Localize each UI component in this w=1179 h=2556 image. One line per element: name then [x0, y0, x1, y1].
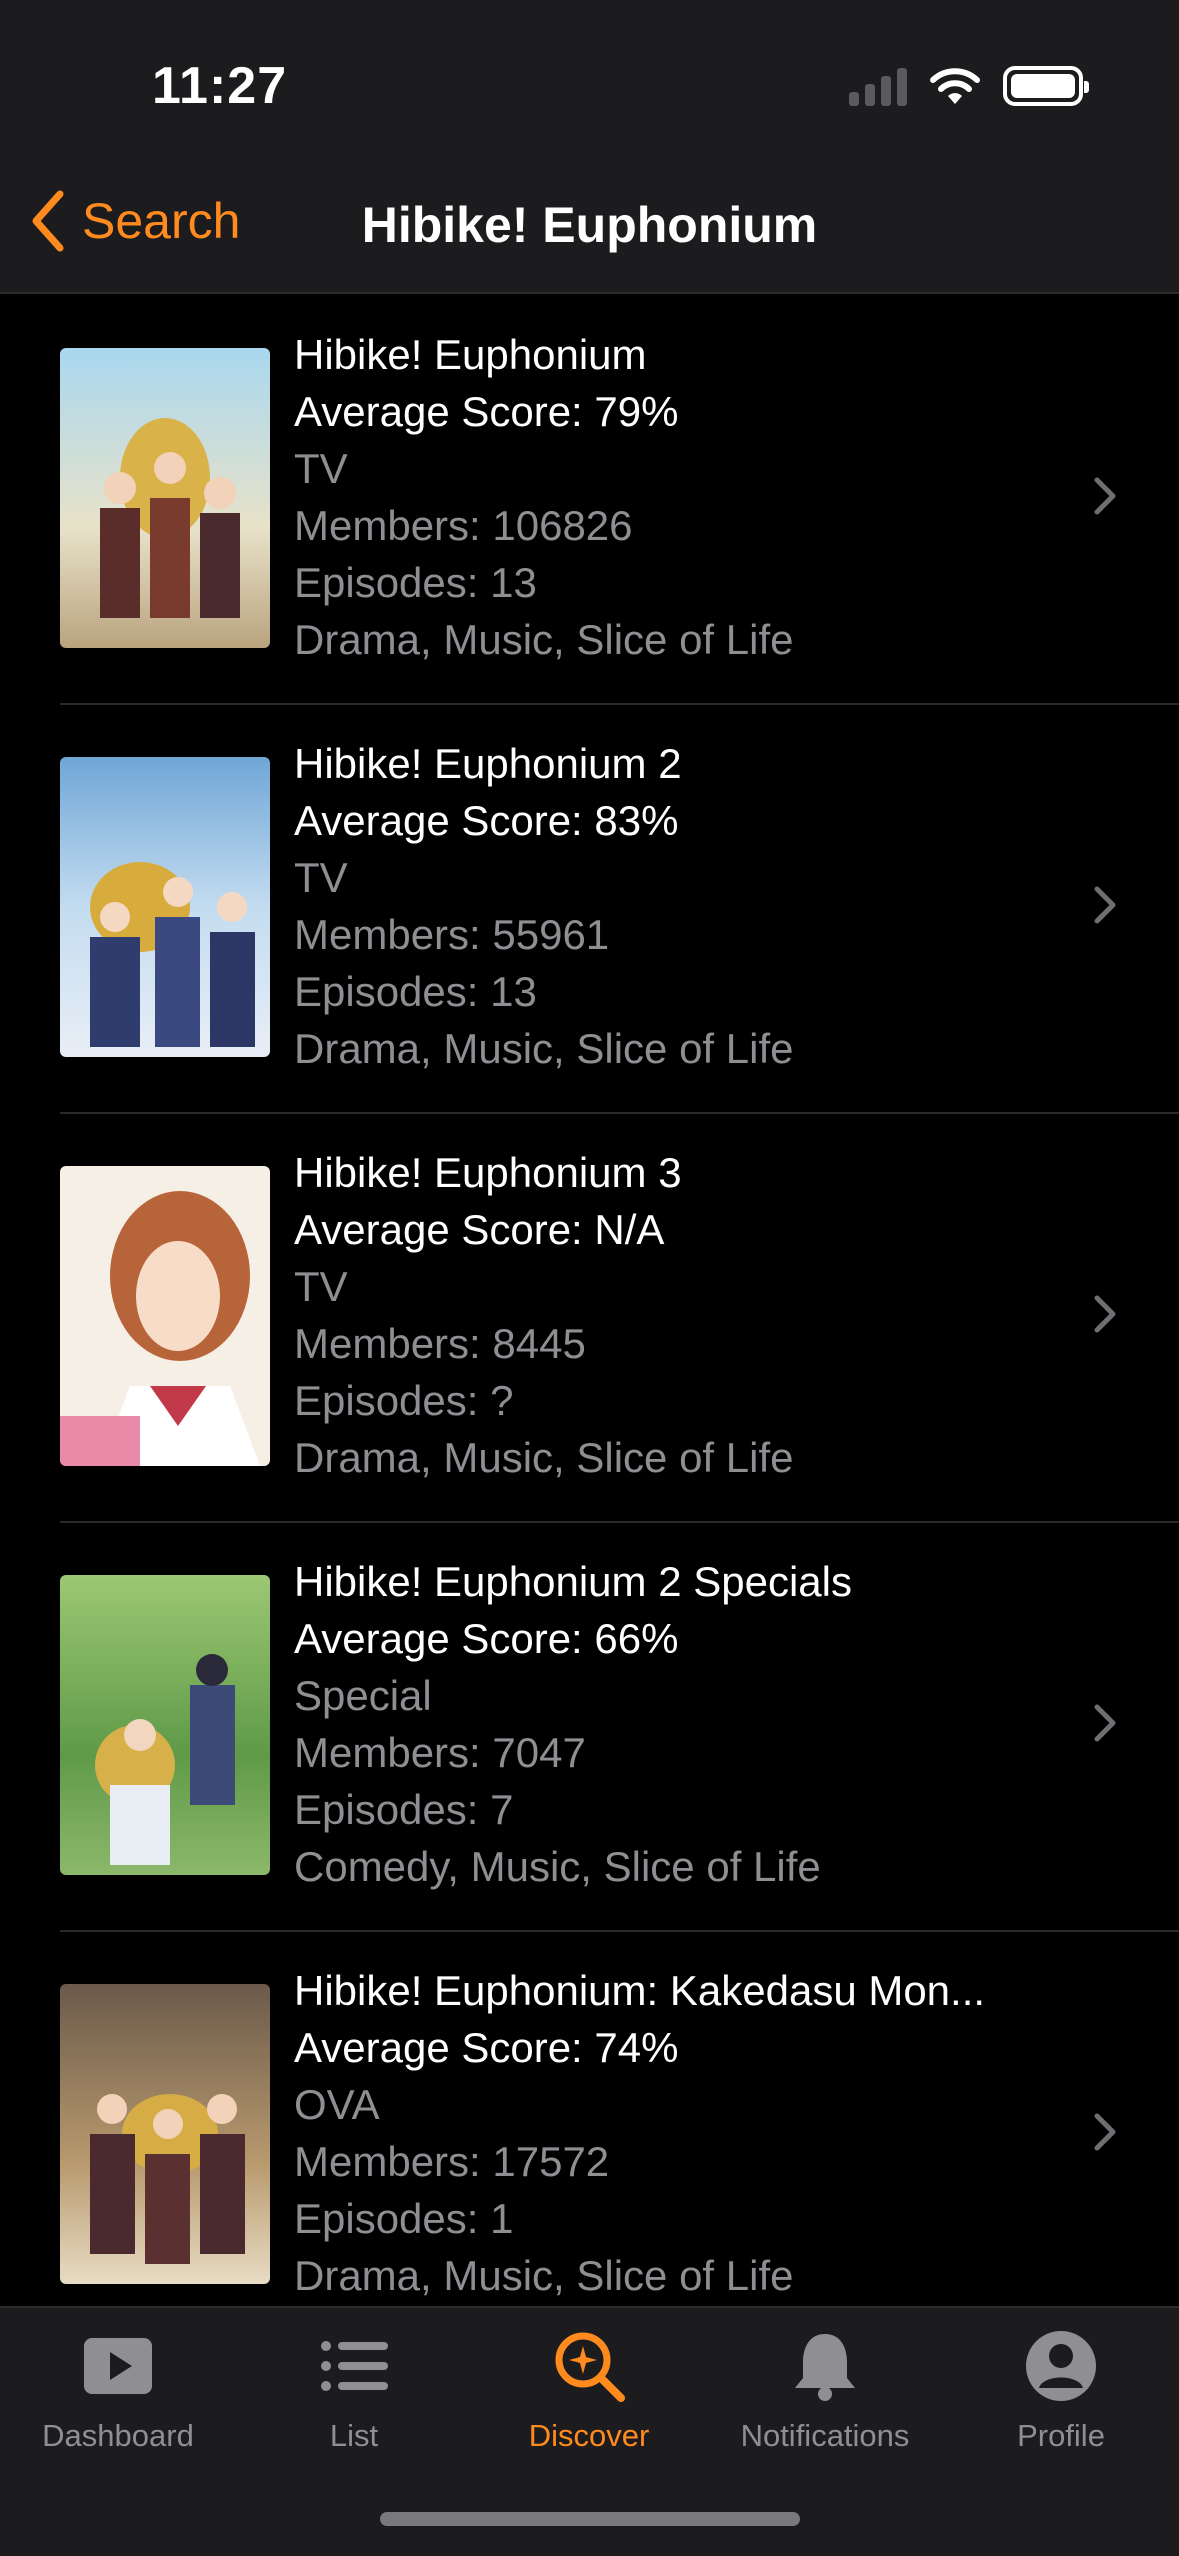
tab-label: Dashboard: [42, 2418, 194, 2453]
item-format: TV: [294, 445, 348, 492]
chevron-right-icon: [1094, 1295, 1116, 1333]
list-item[interactable]: Hibike! Euphonium 2 Average Score: 83% T…: [0, 705, 1179, 1114]
item-score: Average Score: 79%: [294, 388, 679, 435]
chevron-right-icon: [1094, 477, 1116, 515]
item-format: Special: [294, 1672, 432, 1719]
poster-image: [60, 1575, 270, 1875]
item-score: Average Score: 66%: [294, 1615, 679, 1662]
item-episodes: Episodes: 7: [294, 1786, 514, 1833]
item-format: TV: [294, 1263, 348, 1310]
item-title: Hibike! Euphonium: Kakedasu Mon...: [294, 1967, 986, 2014]
chevron-right-icon: [1094, 886, 1116, 924]
bell-icon: [795, 2334, 855, 2401]
page-title: Hibike! Euphonium: [361, 197, 818, 253]
item-format: OVA: [294, 2081, 380, 2128]
item-genres: Drama, Music, Slice of Life: [294, 2252, 794, 2299]
list-item[interactable]: Hibike! Euphonium 2 Specials Average Sco…: [0, 1523, 1179, 1932]
list-icon: [321, 2341, 388, 2391]
poster-image: [60, 1984, 270, 2284]
item-title: Hibike! Euphonium 2: [294, 740, 682, 787]
list-item[interactable]: Hibike! Euphonium 3 Average Score: N/A T…: [0, 1114, 1179, 1523]
results-list[interactable]: Hibike! Euphonium Average Score: 79% TV …: [0, 296, 1179, 2306]
item-episodes: Episodes: ?: [294, 1377, 514, 1424]
battery-icon: [1003, 66, 1089, 106]
item-score: Average Score: 83%: [294, 797, 679, 844]
poster-image: [60, 1166, 270, 1466]
item-score: Average Score: 74%: [294, 2024, 679, 2071]
item-genres: Drama, Music, Slice of Life: [294, 1434, 794, 1481]
item-title: Hibike! Euphonium 3: [294, 1149, 682, 1196]
tab-notifications[interactable]: Notifications: [707, 2328, 943, 2454]
item-members: Members: 7047: [294, 1729, 586, 1776]
item-genres: Drama, Music, Slice of Life: [294, 616, 794, 663]
tab-profile[interactable]: Profile: [943, 2328, 1179, 2454]
discover-search-icon: [555, 2332, 625, 2402]
item-members: Members: 55961: [294, 911, 610, 958]
item-members: Members: 17572: [294, 2138, 610, 2185]
tab-label: Profile: [1017, 2418, 1105, 2453]
play-icon: [84, 2338, 152, 2394]
tab-list[interactable]: List: [236, 2328, 472, 2454]
item-episodes: Episodes: 1: [294, 2195, 514, 2242]
person-icon: [1026, 2331, 1096, 2401]
top-bar: 11:27 Search Hibike! Euphonium: [0, 0, 1179, 294]
tab-label: Discover: [528, 2418, 650, 2453]
wifi-icon: [930, 68, 980, 104]
status-time: 11:27: [152, 57, 288, 115]
item-title: Hibike! Euphonium 2 Specials: [294, 1558, 852, 1605]
item-members: Members: 106826: [294, 502, 633, 549]
chevron-right-icon: [1094, 2113, 1116, 2151]
item-episodes: Episodes: 13: [294, 968, 537, 1015]
home-indicator: [380, 2512, 800, 2526]
tab-label: List: [329, 2418, 379, 2453]
cellular-signal-icon: [849, 66, 907, 106]
poster-image: [60, 348, 270, 648]
item-genres: Drama, Music, Slice of Life: [294, 1025, 794, 1072]
poster-image: [60, 757, 270, 1057]
list-item[interactable]: Hibike! Euphonium: Kakedasu Mon... Avera…: [0, 1932, 1179, 2306]
item-score: Average Score: N/A: [294, 1206, 665, 1253]
item-format: TV: [294, 854, 348, 901]
item-members: Members: 8445: [294, 1320, 586, 1367]
item-episodes: Episodes: 13: [294, 559, 537, 606]
item-genres: Comedy, Music, Slice of Life: [294, 1843, 821, 1890]
list-item[interactable]: Hibike! Euphonium Average Score: 79% TV …: [0, 296, 1179, 705]
tab-discover[interactable]: Discover: [471, 2328, 707, 2454]
chevron-right-icon: [1094, 1704, 1116, 1742]
status-icons: [849, 64, 1089, 108]
item-title: Hibike! Euphonium: [294, 331, 647, 378]
tab-dashboard[interactable]: Dashboard: [0, 2328, 236, 2454]
tab-label: Notifications: [740, 2418, 910, 2453]
